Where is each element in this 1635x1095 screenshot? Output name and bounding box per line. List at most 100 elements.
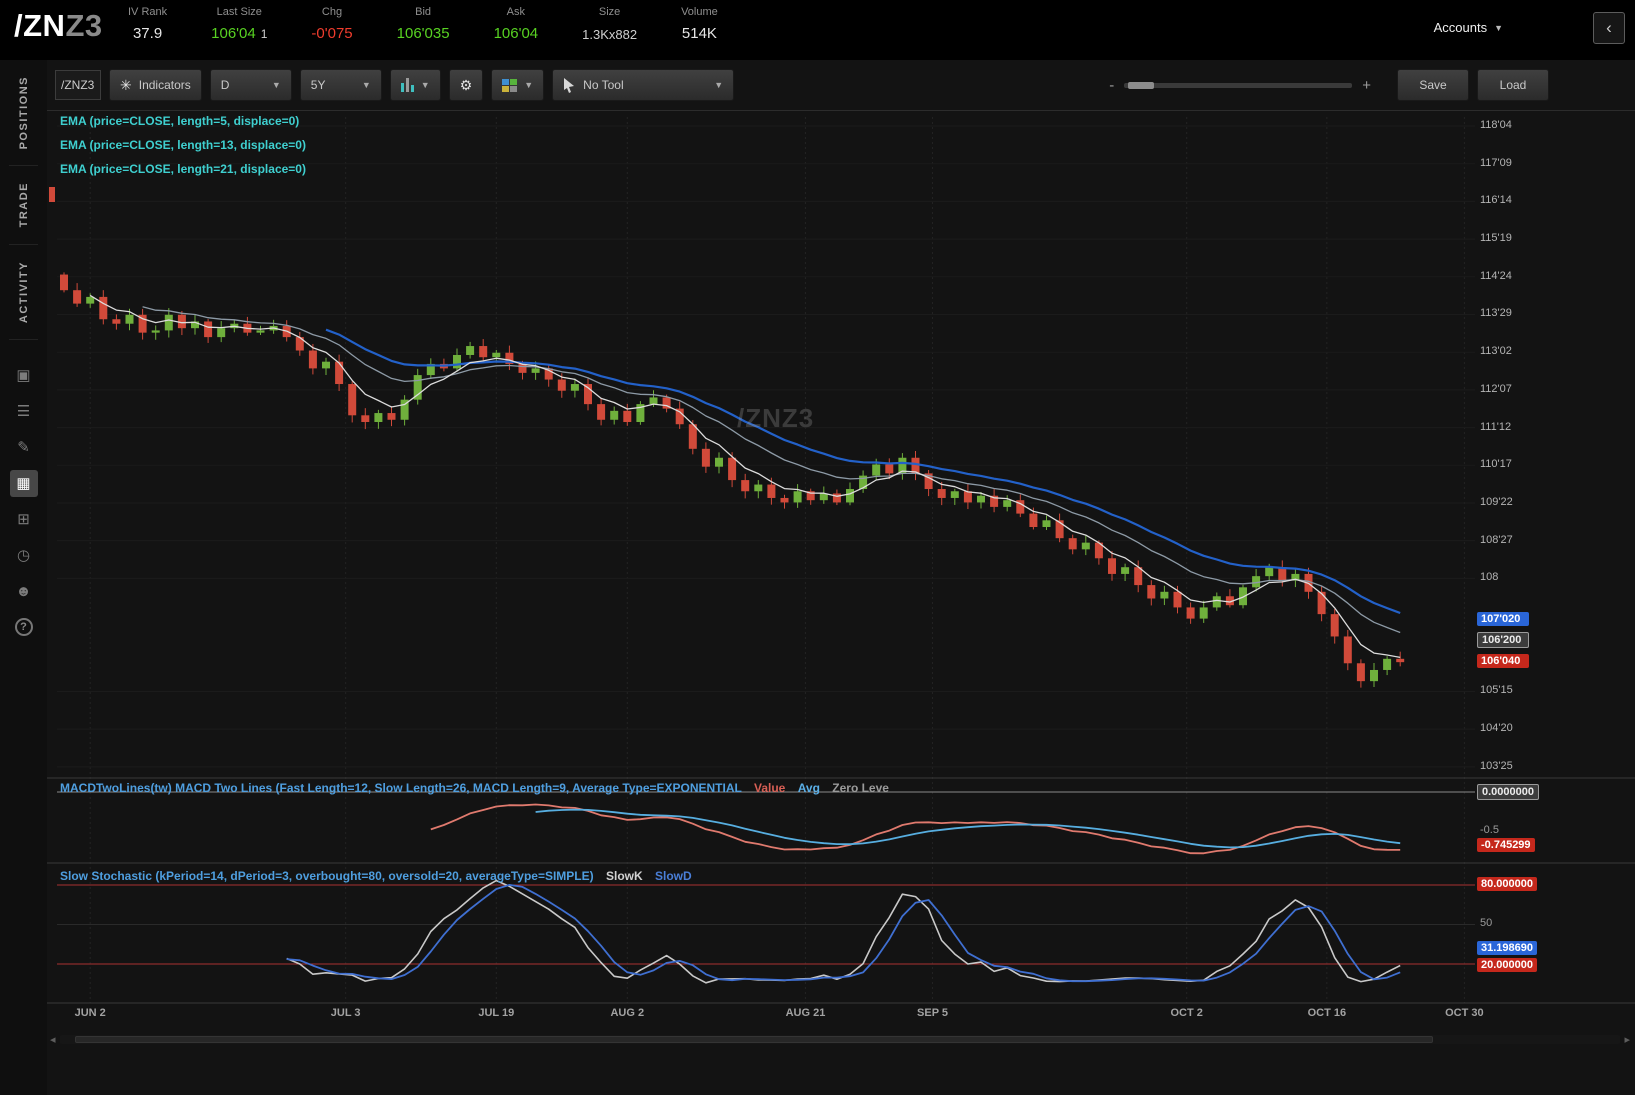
- save-button[interactable]: Save: [1397, 69, 1469, 101]
- chart-toolbar: ✳ Indicators D ▼ 5Y ▼ ▼ ⚙ ▼: [47, 60, 1635, 110]
- chart-grid-icon[interactable]: ▦: [9, 469, 38, 497]
- stat-label: IV Rank: [128, 6, 168, 18]
- stat-label: Bid: [415, 6, 432, 18]
- date-axis-label: OCT 30: [1445, 1007, 1484, 1019]
- stat-volume: Volume 514K: [681, 6, 718, 42]
- stoch-study-label[interactable]: Slow Stochastic (kPeriod=14, dPeriod=3, …: [60, 869, 692, 883]
- accounts-label: Accounts: [1433, 20, 1488, 35]
- stat-iv-rank: IV Rank 37.9: [128, 6, 167, 42]
- quote-header: /ZNZ3 IV Rank 37.9 Last Size 106'04 1 Chg…: [0, 0, 1635, 60]
- chart-settings-button[interactable]: ⚙: [448, 69, 484, 101]
- last-size-qty: 1: [260, 27, 268, 41]
- macd-legend-zero: Zero Leve: [832, 781, 889, 795]
- dashboard-icon[interactable]: ⊞: [10, 506, 38, 533]
- collapse-panel-button[interactable]: ‹: [1593, 12, 1625, 44]
- stat-value: 106'04: [493, 25, 539, 42]
- stat-value: 1.3Kx882: [582, 27, 638, 42]
- zoom-out-button[interactable]: -: [1109, 77, 1114, 94]
- sidebar-tab-positions[interactable]: POSITIONS: [18, 60, 30, 165]
- sidebar-tab-activity[interactable]: ACTIVITY: [18, 245, 30, 339]
- date-axis-label: JUL 19: [478, 1007, 515, 1019]
- date-axis-label: AUG 2: [610, 1007, 645, 1019]
- date-axis-label: OCT 16: [1307, 1007, 1347, 1019]
- chart-style-dropdown[interactable]: ▼: [389, 69, 441, 101]
- community-icon[interactable]: ☻: [10, 578, 38, 605]
- indicators-button[interactable]: ✳ Indicators: [109, 69, 202, 101]
- chart-style-icon: [400, 78, 414, 92]
- chart-area[interactable]: /ZNZ3 EMA (price=CLOSE, length=5, displa…: [47, 110, 1635, 1095]
- tool-value: No Tool: [583, 78, 624, 92]
- price-chart: [47, 117, 1635, 1004]
- chevron-down-icon: ▼: [271, 80, 281, 90]
- date-axis-label: JUL 3: [330, 1007, 361, 1019]
- date-axis-label: AUG 21: [785, 1007, 826, 1019]
- history-icon[interactable]: ◷: [10, 542, 38, 569]
- range-dropdown[interactable]: 5Y ▼: [299, 69, 382, 101]
- indicators-label: Indicators: [138, 78, 191, 92]
- stoch-title: Slow Stochastic (kPeriod=14, dPeriod=3, …: [60, 869, 594, 883]
- stat-last-size: Last Size 106'04 1: [211, 6, 267, 42]
- scroll-track[interactable]: [59, 1035, 1621, 1044]
- zoom-slider[interactable]: [1124, 81, 1353, 89]
- monitor-icon[interactable]: ▣: [10, 362, 38, 389]
- left-sidebar: POSITIONS TRADE ACTIVITY ▣ ☰ ✎ ▦ ⊞ ◷ ☻?: [0, 60, 47, 1095]
- stat-label: Chg: [321, 6, 343, 18]
- stat-label: Ask: [506, 6, 526, 18]
- macd-legend-avg: Avg: [797, 781, 820, 795]
- symbol-root: /ZN: [14, 8, 66, 43]
- gear-icon: ⚙: [459, 76, 473, 93]
- stat-size: Size 1.3Kx882: [582, 6, 637, 42]
- drawing-tool-dropdown[interactable]: No Tool ▼: [552, 69, 735, 101]
- cursor-icon: [564, 77, 575, 93]
- macd-title: MACDTwoLines(tw) MACD Two Lines (Fast Le…: [60, 781, 742, 795]
- layout-grid-icon: [502, 78, 518, 92]
- ema5-label[interactable]: EMA (price=CLOSE, length=5, displace=0): [60, 114, 306, 128]
- stat-change: Chg -0'075: [311, 6, 352, 42]
- scroll-right-icon[interactable]: ▸: [1624, 1033, 1630, 1046]
- watchlist-icon[interactable]: ☰: [10, 398, 38, 425]
- zoom-slider-handle[interactable]: [1128, 81, 1155, 89]
- help-icon[interactable]: ?: [14, 617, 33, 636]
- chevron-down-icon: ▼: [714, 80, 724, 90]
- chevron-down-icon: ▼: [361, 80, 371, 90]
- orders-icon[interactable]: ✎: [10, 434, 38, 461]
- scroll-left-icon[interactable]: ◂: [50, 1033, 56, 1046]
- accounts-dropdown[interactable]: Accounts ▼: [1434, 20, 1503, 35]
- pane-separators: [47, 777, 1635, 1004]
- sidebar-icons: ▣ ☰ ✎ ▦ ⊞ ◷ ☻?: [9, 362, 38, 636]
- stoch-legend-d: SlowD: [655, 869, 692, 883]
- symbol-suffix: Z3: [65, 8, 103, 43]
- date-axis-label: SEP 5: [917, 1007, 949, 1019]
- macd-lines: [430, 803, 1401, 855]
- symbol-input[interactable]: [55, 70, 101, 100]
- stat-ask: Ask 106'04: [494, 6, 539, 42]
- date-axis: JUN 2 JUL 3 JUL 19 AUG 2 AUG 21 SEP 5 OCT 2 OCT…: [47, 1007, 1635, 1027]
- timeframe-value: D: [220, 78, 230, 92]
- macd-study-label[interactable]: MACDTwoLines(tw) MACD Two Lines (Fast Le…: [60, 781, 889, 795]
- study-labels: EMA (price=CLOSE, length=5, displace=0) …: [60, 114, 306, 186]
- date-axis-label: OCT 2: [1170, 1007, 1203, 1019]
- stat-bid: Bid 106'035: [397, 6, 450, 42]
- zoom-in-button[interactable]: +: [1362, 77, 1371, 94]
- symbol-title: /ZNZ3: [14, 8, 103, 44]
- ema21-label[interactable]: EMA (price=CLOSE, length=21, displace=0): [60, 162, 306, 176]
- ema13-label[interactable]: EMA (price=CLOSE, length=13, displace=0): [60, 138, 306, 152]
- stat-value: 106'04 1: [211, 25, 268, 42]
- quote-stats: IV Rank 37.9 Last Size 106'04 1 Chg -0'07…: [128, 6, 718, 42]
- stat-label: Size: [598, 6, 621, 18]
- chart-layout-dropdown[interactable]: ▼: [491, 69, 545, 101]
- scroll-handle[interactable]: [75, 1036, 1434, 1043]
- load-button[interactable]: Load: [1477, 69, 1549, 101]
- zoom-control: - +: [1109, 77, 1371, 94]
- stat-value: -0'075: [311, 25, 353, 42]
- timeframe-dropdown[interactable]: D ▼: [209, 69, 292, 101]
- chevron-down-icon: ▼: [1494, 22, 1503, 33]
- date-axis-label: JUN 2: [74, 1007, 106, 1019]
- stochastic-lines: [286, 879, 1401, 984]
- sidebar-tab-trade[interactable]: TRADE: [18, 166, 30, 243]
- stat-value: 106'035: [396, 25, 450, 42]
- candlesticks: [49, 187, 1405, 688]
- range-value: 5Y: [310, 78, 326, 92]
- horizontal-scrollbar[interactable]: ◂ ▸: [50, 1033, 1630, 1046]
- chevron-left-icon: ‹: [1606, 18, 1612, 37]
